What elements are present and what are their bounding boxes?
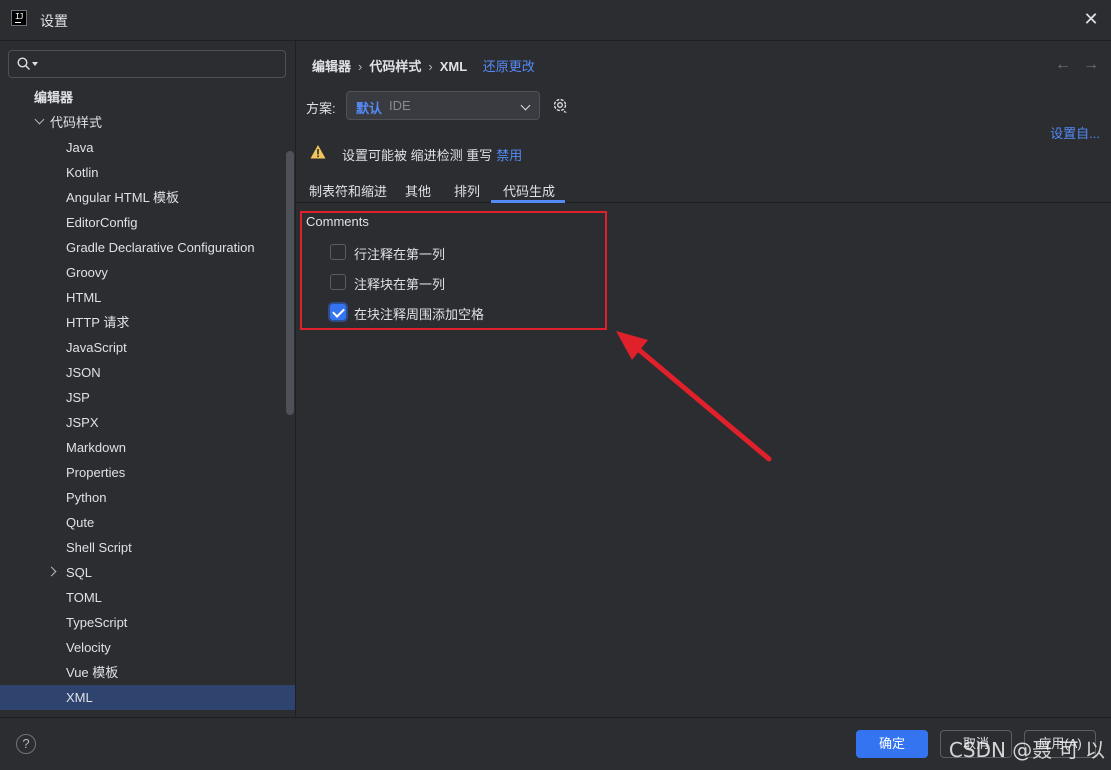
scheme-sub: IDE — [389, 98, 411, 113]
scheme-dropdown[interactable]: 默认 IDE — [346, 91, 540, 120]
sidebar-item[interactable]: SQL — [0, 560, 295, 585]
sidebar-item-label: Groovy — [66, 265, 108, 280]
breadcrumb-separator-icon: › — [358, 59, 363, 74]
sidebar-item-label: XML — [66, 690, 93, 705]
breadcrumb-item-editor[interactable]: 编辑器 — [312, 59, 351, 74]
settings-search-input[interactable] — [8, 50, 286, 78]
settings-sidebar: 编辑器代码样式 Java Kotlin Angular HTML 模板 EditorCo… — [0, 41, 296, 717]
annotation-highlight-box — [300, 211, 607, 330]
settings-content: 编辑器 › 代码样式 › XML 还原更改 ← → 方案: 默认 IDE 设置自... 设… — [296, 41, 1111, 717]
sidebar-item[interactable]: Vue 模板 — [0, 660, 295, 685]
breadcrumb-item-code-style[interactable]: 代码样式 — [369, 59, 421, 74]
sidebar-item[interactable]: Angular HTML 模板 — [0, 185, 295, 210]
watermark: CSDN @聂 可 以 — [948, 738, 1105, 762]
sidebar-item[interactable]: JSPX — [0, 410, 295, 435]
search-icon — [17, 57, 30, 70]
sidebar-item-label: Velocity — [66, 640, 111, 655]
sidebar-item[interactable]: TypeScript — [0, 610, 295, 635]
sidebar-item-label: Java — [66, 140, 94, 155]
sidebar-item-label: TypeScript — [66, 615, 128, 630]
tab-code-generation[interactable]: 代码生成 — [503, 181, 555, 200]
sidebar-item-label: TOML — [66, 590, 102, 605]
sidebar-item-label: Kotlin — [66, 165, 99, 180]
sidebar-item[interactable]: Velocity — [0, 635, 295, 660]
sidebar-item[interactable]: JSON — [0, 360, 295, 385]
close-icon[interactable]: ✕ — [1081, 9, 1101, 29]
sidebar-item[interactable]: HTTP 请求 — [0, 310, 295, 335]
reset-changes-link[interactable]: 还原更改 — [483, 59, 535, 74]
sidebar-item-label: Shell Script — [66, 540, 132, 555]
sidebar-item-label: HTML — [66, 290, 102, 305]
tab-arrangement[interactable]: 排列 — [454, 181, 480, 200]
sidebar-item-label: Gradle Declarative Configuration — [66, 240, 255, 255]
tab-other[interactable]: 其他 — [405, 181, 431, 200]
sidebar-item[interactable]: Properties — [0, 460, 295, 485]
sidebar-item-label: Markdown — [66, 440, 126, 455]
sidebar-item-label: HTTP 请求 — [66, 315, 130, 330]
set-from-link[interactable]: 设置自... — [1050, 123, 1100, 142]
sidebar-item[interactable]: Java — [0, 135, 295, 160]
sidebar-item[interactable]: TOML — [0, 585, 295, 610]
sidebar-item[interactable]: Kotlin — [0, 160, 295, 185]
sidebar-item-label: EditorConfig — [66, 215, 138, 230]
sidebar-item-label: Vue 模板 — [66, 665, 119, 680]
sidebar-item[interactable]: JSP — [0, 385, 295, 410]
active-tab-indicator — [491, 200, 565, 203]
title-bar: IJ 设置 ✕ — [0, 0, 1111, 41]
breadcrumb-separator-icon: › — [428, 59, 433, 74]
sidebar-item-label: JSPX — [66, 415, 99, 430]
breadcrumb-item-xml: XML — [439, 59, 468, 74]
sidebar-item[interactable]: 编辑器 — [0, 85, 295, 110]
sidebar-item[interactable]: XML — [0, 685, 295, 710]
sidebar-item-label: 编辑器 — [34, 90, 74, 105]
sidebar-item[interactable]: Gradle Declarative Configuration — [0, 235, 295, 260]
sidebar-item-label: Angular HTML 模板 — [66, 190, 179, 205]
tab-bar: 制表符和缩进 其他 排列 代码生成 — [296, 174, 1111, 203]
sidebar-item[interactable]: 代码样式 — [0, 110, 295, 135]
intellij-logo-icon: IJ — [11, 10, 27, 26]
breadcrumb: 编辑器 › 代码样式 › XML 还原更改 — [312, 56, 535, 75]
sidebar-item-label: JSON — [66, 365, 101, 380]
sidebar-item-label: Qute — [66, 515, 95, 530]
sidebar-item[interactable]: Qute — [0, 510, 295, 535]
disable-link[interactable]: 禁用 — [496, 148, 522, 163]
sidebar-item[interactable]: Python — [0, 485, 295, 510]
sidebar-item-label: 代码样式 — [50, 115, 103, 130]
dialog-footer: ? 确定 取消 应用(A) CSDN @聂 可 以 — [0, 717, 1111, 770]
scheme-label: 方案: — [306, 101, 336, 116]
sidebar-item[interactable]: Shell Script — [0, 535, 295, 560]
sidebar-item[interactable]: EditorConfig — [0, 210, 295, 235]
search-options-chevron-icon[interactable] — [32, 62, 38, 66]
chevron-down-icon — [520, 100, 531, 111]
history-navigation: ← → — [1043, 56, 1099, 74]
sidebar-item[interactable]: HTML — [0, 285, 295, 310]
sidebar-item-label: JavaScript — [66, 340, 127, 355]
sidebar-item[interactable]: JavaScript — [0, 335, 295, 360]
back-arrow-icon[interactable]: ← — [1055, 56, 1071, 73]
sidebar-item-label: JSP — [66, 390, 90, 405]
ok-button[interactable]: 确定 — [856, 730, 928, 758]
sidebar-item-label: SQL — [66, 565, 93, 580]
sidebar-item[interactable]: Groovy — [0, 260, 295, 285]
sidebar-item-label: Python — [66, 490, 107, 505]
sidebar-scrollbar[interactable] — [286, 151, 294, 415]
tab-tabs-and-indents[interactable]: 制表符和缩进 — [309, 181, 387, 200]
sidebar-item-label: Properties — [66, 465, 126, 480]
scheme-value: 默认 — [356, 101, 383, 116]
window-title: 设置 — [40, 13, 68, 29]
gear-icon[interactable] — [551, 96, 569, 114]
forward-arrow-icon[interactable]: → — [1083, 56, 1099, 73]
warning-text: 设置可能被 缩进检测 重写 — [342, 148, 493, 163]
help-icon[interactable]: ? — [16, 734, 36, 754]
sidebar-item[interactable]: Markdown — [0, 435, 295, 460]
warning-icon — [310, 145, 326, 159]
